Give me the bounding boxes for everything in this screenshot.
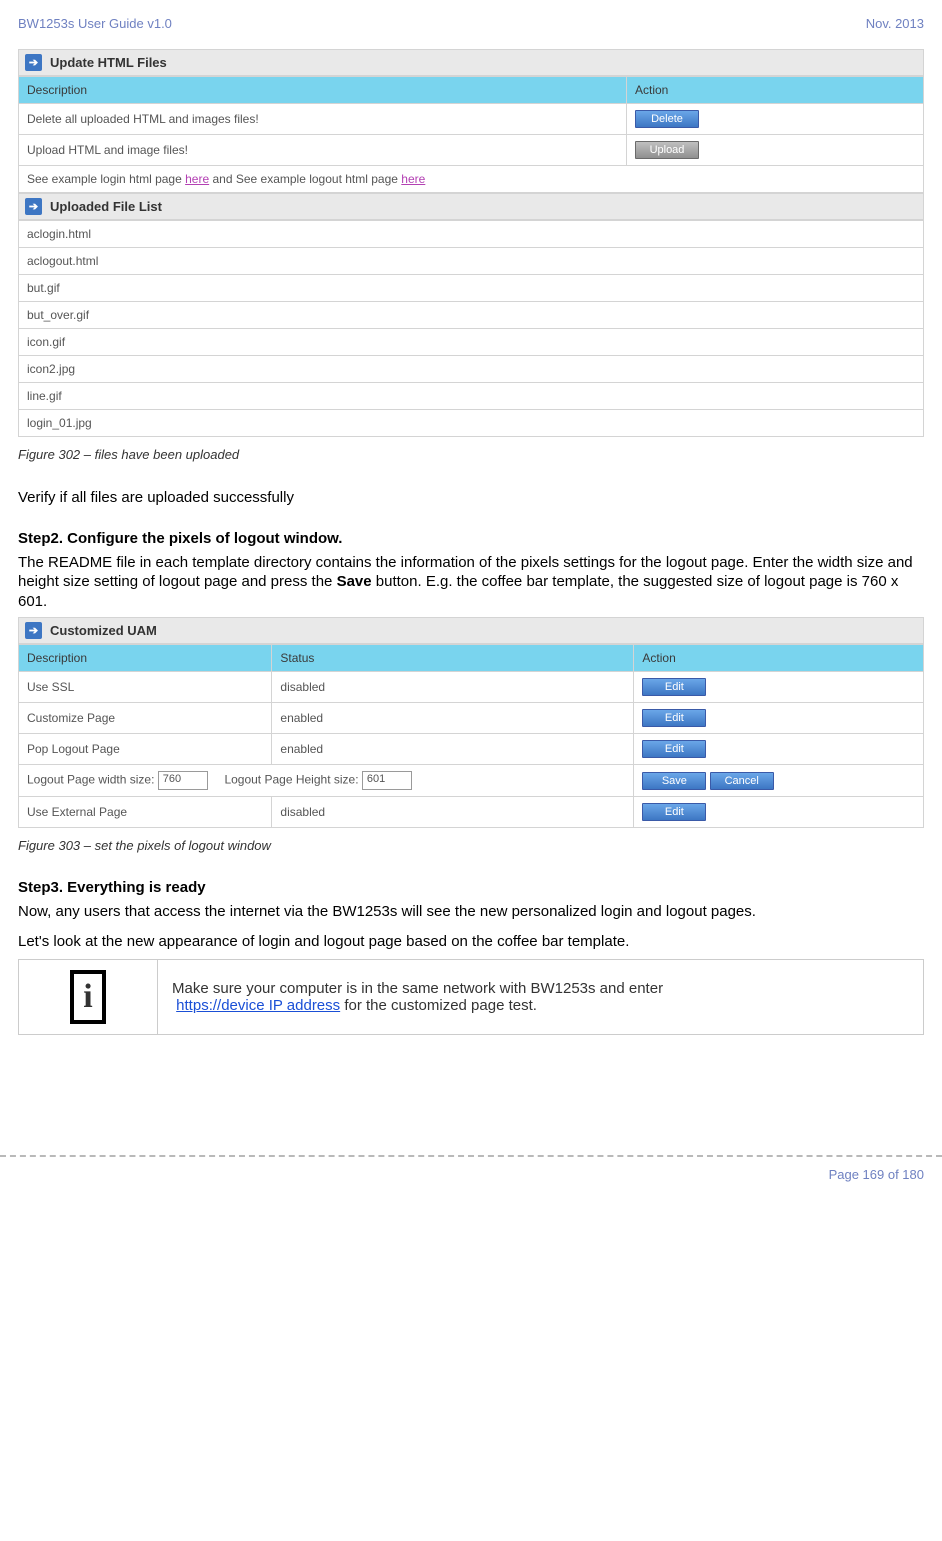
section-title: Customized UAM <box>50 623 157 638</box>
text: and See example logout html page <box>209 172 401 186</box>
desc-cell: Use SSL <box>19 672 272 703</box>
arrow-icon: ➔ <box>25 198 42 215</box>
action-cell: Save Cancel <box>634 765 924 797</box>
device-ip-link[interactable]: https://device IP address <box>176 997 340 1014</box>
bold-save: Save <box>337 573 372 590</box>
edit-button[interactable]: Edit <box>642 678 706 696</box>
table-row: Use SSL disabled Edit <box>19 672 924 703</box>
logout-example-link[interactable]: here <box>401 172 425 186</box>
file-name: icon.gif <box>19 329 924 356</box>
verify-text: Verify if all files are uploaded success… <box>18 488 924 508</box>
width-input[interactable]: 760 <box>158 771 208 790</box>
col-status: Status <box>272 645 634 672</box>
desc-cell: Customize Page <box>19 703 272 734</box>
list-item: icon2.jpg <box>19 356 924 383</box>
file-name: login_01.jpg <box>19 410 924 437</box>
text: See example login html page <box>27 172 185 186</box>
file-name: but_over.gif <box>19 302 924 329</box>
desc-cell: Delete all uploaded HTML and images file… <box>19 104 627 135</box>
action-cell: Edit <box>634 797 924 828</box>
file-name: aclogin.html <box>19 221 924 248</box>
doc-date: Nov. 2013 <box>866 16 924 31</box>
figure-303-caption: Figure 303 – set the pixels of logout wi… <box>18 838 924 853</box>
edit-button[interactable]: Edit <box>642 740 706 758</box>
desc-cell: Use External Page <box>19 797 272 828</box>
status-cell: disabled <box>272 672 634 703</box>
file-name: but.gif <box>19 275 924 302</box>
action-cell: Edit <box>634 734 924 765</box>
uploaded-files-table: aclogin.html aclogout.html but.gif but_o… <box>18 220 924 437</box>
save-button[interactable]: Save <box>642 772 706 790</box>
step3-p1: Now, any users that access the internet … <box>18 902 924 922</box>
desc-cell: Pop Logout Page <box>19 734 272 765</box>
width-label: Logout Page width size: <box>27 773 154 787</box>
height-input[interactable]: 601 <box>362 771 412 790</box>
action-cell: Edit <box>634 703 924 734</box>
status-cell: enabled <box>272 703 634 734</box>
customized-uam-section-bar: ➔ Customized UAM <box>18 617 924 644</box>
table-row: Use External Page disabled Edit <box>19 797 924 828</box>
table-row: See example login html page here and See… <box>19 166 924 193</box>
note-line1: Make sure your computer is in the same n… <box>172 980 909 997</box>
list-item: aclogout.html <box>19 248 924 275</box>
page-number: Page 169 of 180 <box>0 1157 942 1192</box>
note-text-cell: Make sure your computer is in the same n… <box>158 960 924 1035</box>
info-icon: i <box>70 970 106 1024</box>
arrow-icon: ➔ <box>25 622 42 639</box>
section-title: Update HTML Files <box>50 55 167 70</box>
list-item: but.gif <box>19 275 924 302</box>
status-cell: disabled <box>272 797 634 828</box>
doc-title: BW1253s User Guide v1.0 <box>18 16 172 31</box>
login-example-link[interactable]: here <box>185 172 209 186</box>
list-item: aclogin.html <box>19 221 924 248</box>
logout-size-row: Logout Page width size: 760 Logout Page … <box>19 765 924 797</box>
edit-button[interactable]: Edit <box>642 803 706 821</box>
arrow-icon: ➔ <box>25 54 42 71</box>
step2-paragraph: The README file in each template directo… <box>18 553 924 612</box>
col-action: Action <box>627 77 924 104</box>
action-cell: Delete <box>627 104 924 135</box>
info-note: i Make sure your computer is in the same… <box>18 959 924 1035</box>
height-label: Logout Page Height size: <box>224 773 358 787</box>
list-item: line.gif <box>19 383 924 410</box>
section-title: Uploaded File List <box>50 199 162 214</box>
action-cell: Upload <box>627 135 924 166</box>
action-cell: Edit <box>634 672 924 703</box>
note-line2: for the customized page test. <box>340 997 537 1014</box>
table-row: Customize Page enabled Edit <box>19 703 924 734</box>
step2-title: Step2. Configure the pixels of logout wi… <box>18 530 924 547</box>
list-item: icon.gif <box>19 329 924 356</box>
step3-title: Step3. Everything is ready <box>18 879 924 896</box>
info-icon-cell: i <box>19 960 158 1035</box>
upload-button[interactable]: Upload <box>635 141 699 159</box>
customized-uam-table: Description Status Action Use SSL disabl… <box>18 644 924 828</box>
update-html-section-bar: ➔ Update HTML Files <box>18 49 924 76</box>
update-html-table: Description Action Delete all uploaded H… <box>18 76 924 193</box>
figure-302-caption: Figure 302 – files have been uploaded <box>18 447 924 462</box>
example-links-cell: See example login html page here and See… <box>19 166 924 193</box>
step3-p2: Let's look at the new appearance of logi… <box>18 932 924 952</box>
uploaded-file-list-section-bar: ➔ Uploaded File List <box>18 193 924 220</box>
col-description: Description <box>19 645 272 672</box>
table-row: Delete all uploaded HTML and images file… <box>19 104 924 135</box>
table-row: Upload HTML and image files! Upload <box>19 135 924 166</box>
col-action: Action <box>634 645 924 672</box>
table-row: Pop Logout Page enabled Edit <box>19 734 924 765</box>
list-item: login_01.jpg <box>19 410 924 437</box>
file-name: aclogout.html <box>19 248 924 275</box>
edit-button[interactable]: Edit <box>642 709 706 727</box>
file-name: line.gif <box>19 383 924 410</box>
list-item: but_over.gif <box>19 302 924 329</box>
col-description: Description <box>19 77 627 104</box>
size-inputs-cell: Logout Page width size: 760 Logout Page … <box>19 765 634 797</box>
cancel-button[interactable]: Cancel <box>710 772 774 790</box>
desc-cell: Upload HTML and image files! <box>19 135 627 166</box>
status-cell: enabled <box>272 734 634 765</box>
delete-button[interactable]: Delete <box>635 110 699 128</box>
file-name: icon2.jpg <box>19 356 924 383</box>
